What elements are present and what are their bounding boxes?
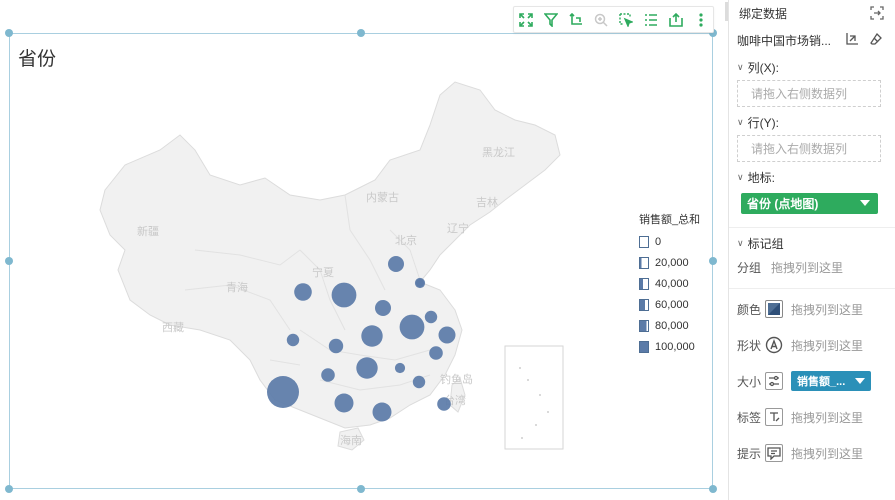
expand-icon[interactable] — [517, 11, 535, 29]
legend-item: 80,000 — [639, 315, 700, 336]
rows-dropzone[interactable]: 请拖入右侧数据列 — [737, 135, 881, 162]
shape-icon[interactable] — [765, 336, 783, 354]
marks-section[interactable]: ∨ 标记组 — [737, 234, 887, 252]
caret-down-icon[interactable] — [855, 378, 865, 384]
legend-swatch — [639, 298, 649, 311]
shape-row[interactable]: 形状 拖拽列到这里 — [737, 333, 887, 357]
chart-toolbar — [513, 6, 714, 33]
legend-swatch — [639, 319, 649, 332]
legend-item: 20,000 — [639, 252, 700, 273]
chart-title: 省份 — [18, 49, 57, 70]
label-row[interactable]: 标签 拖拽列到这里 — [737, 405, 887, 429]
eraser-icon[interactable] — [869, 32, 883, 49]
select-icon[interactable] — [617, 11, 635, 29]
legend-label: 40,000 — [655, 277, 689, 290]
geo-field-pill[interactable]: 省份 (点地图) — [741, 193, 878, 214]
columns-dropzone[interactable]: 请拖入右侧数据列 — [737, 80, 881, 107]
resize-handle-tm[interactable] — [357, 29, 365, 37]
panel-title: 绑定数据 — [739, 6, 788, 21]
resize-handle-mr[interactable] — [709, 257, 717, 265]
chevron-down-icon: ∨ — [737, 171, 744, 182]
bind-data-panel: 绑定数据 咖啡中国市场销... ∨ 列(X): 请拖入右侧数据列 ∨ 行(Y):… — [728, 0, 895, 500]
geo-field-label: 省份 (点地图) — [747, 197, 819, 211]
more-icon[interactable] — [692, 11, 710, 29]
tooltip-dropzone[interactable]: 拖拽列到这里 — [791, 445, 863, 462]
drill-icon[interactable] — [567, 11, 585, 29]
swap-icon[interactable] — [869, 5, 885, 24]
legend-title: 销售额_总和 — [639, 214, 701, 226]
tooltip-row[interactable]: 提示 拖拽列到这里 — [737, 441, 887, 465]
resize-handle-br[interactable] — [709, 485, 717, 493]
resize-handle-ml[interactable] — [5, 257, 13, 265]
resize-handle-bl[interactable] — [5, 485, 13, 493]
group-label: 分组 — [737, 260, 762, 275]
size-row[interactable]: 大小 销售额_... — [737, 369, 887, 393]
legend-label: 0 — [655, 235, 662, 248]
legend-swatch — [639, 277, 649, 290]
shape-dropzone[interactable]: 拖拽列到这里 — [791, 337, 863, 354]
size-legend: 销售额_总和 0 20,000 40,000 60,000 80,000 100,000 — [639, 211, 700, 357]
export-icon[interactable] — [667, 11, 685, 29]
zoom-icon[interactable] — [592, 11, 610, 29]
filter-icon[interactable] — [542, 11, 560, 29]
legend-item: 60,000 — [639, 294, 700, 315]
rows-label: 行(Y): — [747, 115, 779, 130]
color-swatch-icon[interactable] — [765, 300, 783, 318]
group-dropzone[interactable]: 拖拽列到这里 — [771, 259, 843, 276]
shape-label: 形状 — [737, 338, 762, 353]
legend-label: 80,000 — [655, 319, 689, 332]
size-icon[interactable] — [765, 372, 783, 390]
size-label: 大小 — [737, 374, 762, 389]
columns-label: 列(X): — [747, 60, 779, 75]
resize-handle-tl[interactable] — [5, 29, 13, 37]
dataset-switch-icon[interactable] — [845, 32, 859, 49]
label-dropzone[interactable]: 拖拽列到这里 — [791, 409, 863, 426]
rows-section[interactable]: ∨ 行(Y): — [737, 113, 887, 131]
chart-canvas: 黑龙江 吉林 辽宁 内蒙古 新疆 西藏 青海 宁夏 北京 台湾 钓鱼岛 海南 省… — [0, 0, 728, 500]
geo-label: 地标: — [747, 170, 775, 185]
legend-item: 0 — [639, 231, 700, 252]
group-row[interactable]: 分组 拖拽列到这里 — [737, 255, 887, 279]
label-label: 标签 — [737, 410, 762, 425]
chevron-down-icon: ∨ — [737, 116, 744, 127]
legend-item: 40,000 — [639, 273, 700, 294]
size-field-pill[interactable]: 销售额_... — [791, 371, 871, 391]
legend-label: 20,000 — [655, 256, 689, 269]
dataset-row: 咖啡中国市场销... — [737, 30, 887, 50]
legend-item: 100,000 — [639, 336, 700, 357]
tooltip-icon[interactable] — [765, 444, 783, 462]
tooltip-label: 提示 — [737, 446, 762, 461]
panel-header: 绑定数据 — [737, 5, 887, 21]
dataset-name[interactable]: 咖啡中国市场销... — [737, 32, 831, 49]
chevron-down-icon: ∨ — [737, 61, 744, 72]
caret-down-icon[interactable] — [860, 200, 870, 206]
color-label: 颜色 — [737, 302, 762, 317]
color-dropzone[interactable]: 拖拽列到这里 — [791, 301, 863, 318]
chart-frame[interactable] — [9, 33, 713, 489]
legend-label: 60,000 — [655, 298, 689, 311]
size-field-label: 销售额_... — [797, 376, 846, 388]
legend-swatch — [639, 256, 649, 269]
legend-label: 100,000 — [655, 340, 695, 353]
color-row[interactable]: 颜色 拖拽列到这里 — [737, 297, 887, 321]
marks-label: 标记组 — [747, 236, 784, 251]
geo-section[interactable]: ∨ 地标: — [737, 168, 887, 186]
legend-swatch — [639, 235, 649, 248]
legend-items: 0 20,000 40,000 60,000 80,000 100,000 — [639, 231, 700, 357]
resize-handle-bm[interactable] — [357, 485, 365, 493]
chevron-down-icon: ∨ — [737, 237, 744, 248]
section-divider — [729, 288, 895, 289]
legend-swatch — [639, 340, 649, 353]
list-icon[interactable] — [642, 11, 660, 29]
text-label-icon[interactable] — [765, 408, 783, 426]
columns-section[interactable]: ∨ 列(X): — [737, 58, 887, 76]
section-divider — [729, 227, 895, 228]
